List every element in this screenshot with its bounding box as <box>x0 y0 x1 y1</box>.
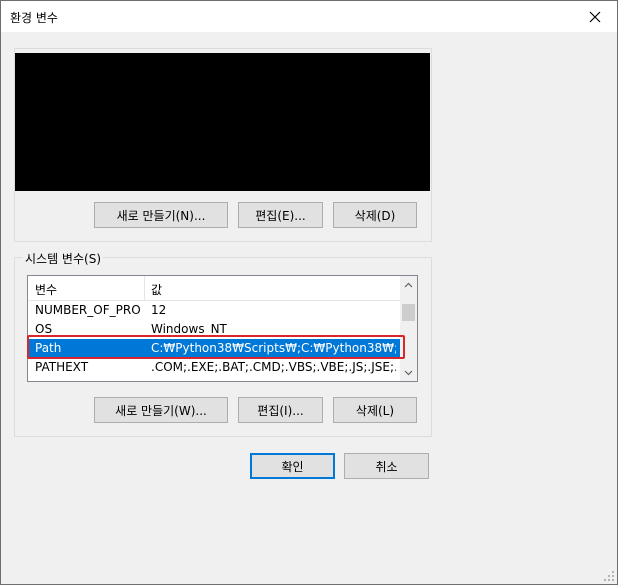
variable-value: 12 <box>151 303 167 317</box>
scroll-down-button[interactable] <box>400 364 417 381</box>
resize-grip-icon[interactable] <box>603 570 615 582</box>
highlight-annotation <box>27 335 405 359</box>
variable-name: PATHEXT <box>35 360 89 374</box>
ok-button[interactable]: 확인 <box>250 453 335 479</box>
variable-value: .COM;.EXE;.BAT;.CMD;.VBS;.VBE;.JS;.JSE;.… <box>151 360 396 374</box>
list-header: 변수 값 <box>28 276 400 301</box>
column-separator[interactable] <box>144 276 145 300</box>
system-delete-button-label: 삭제(L) <box>355 403 395 418</box>
system-variables-label: 시스템 변수(S) <box>23 250 103 267</box>
user-delete-button[interactable]: 삭제(D) <box>333 202 417 228</box>
ok-button-label: 확인 <box>281 459 304 474</box>
chevron-up-icon <box>404 282 413 287</box>
column-header-value[interactable]: 값 <box>151 281 162 298</box>
list-item[interactable]: NUMBER_OF_PRO... 12 <box>28 301 400 320</box>
variable-value: Windows_NT <box>151 322 227 336</box>
list-item[interactable]: PATHEXT .COM;.EXE;.BAT;.CMD;.VBS;.VBE;.J… <box>28 358 400 377</box>
redacted-user-variables-area <box>15 53 430 191</box>
cancel-button-label: 취소 <box>375 459 398 474</box>
close-icon <box>589 11 601 22</box>
variable-name: NUMBER_OF_PRO... <box>35 303 141 317</box>
user-delete-button-label: 삭제(D) <box>354 208 396 223</box>
system-edit-button[interactable]: 편집(I)... <box>238 397 323 423</box>
close-button[interactable] <box>573 1 617 32</box>
system-delete-button[interactable]: 삭제(L) <box>333 397 417 423</box>
system-edit-button-label: 편집(I)... <box>257 403 304 418</box>
environment-variables-dialog: 환경 변수 새로 만들기(N)... 편집(E)... 삭제(D) 시스템 변수… <box>0 0 618 585</box>
user-new-button[interactable]: 새로 만들기(N)... <box>94 202 228 228</box>
vertical-scrollbar[interactable] <box>400 276 417 381</box>
column-header-name[interactable]: 변수 <box>35 281 57 298</box>
scroll-thumb[interactable] <box>402 304 415 321</box>
user-new-button-label: 새로 만들기(N)... <box>116 208 206 223</box>
system-new-button[interactable]: 새로 만들기(W)... <box>94 397 228 423</box>
scroll-up-button[interactable] <box>400 276 417 293</box>
window-title: 환경 변수 <box>10 11 58 25</box>
chevron-down-icon <box>404 370 413 375</box>
cancel-button[interactable]: 취소 <box>344 453 429 479</box>
user-edit-button-label: 편집(E)... <box>255 208 306 223</box>
title-bar: 환경 변수 <box>1 1 617 32</box>
system-variables-list[interactable]: 변수 값 NUMBER_OF_PRO... 12 OS Windows_NT P… <box>27 275 418 382</box>
system-new-button-label: 새로 만들기(W)... <box>115 403 207 418</box>
user-edit-button[interactable]: 편집(E)... <box>238 202 323 228</box>
variable-name: OS <box>35 322 53 336</box>
